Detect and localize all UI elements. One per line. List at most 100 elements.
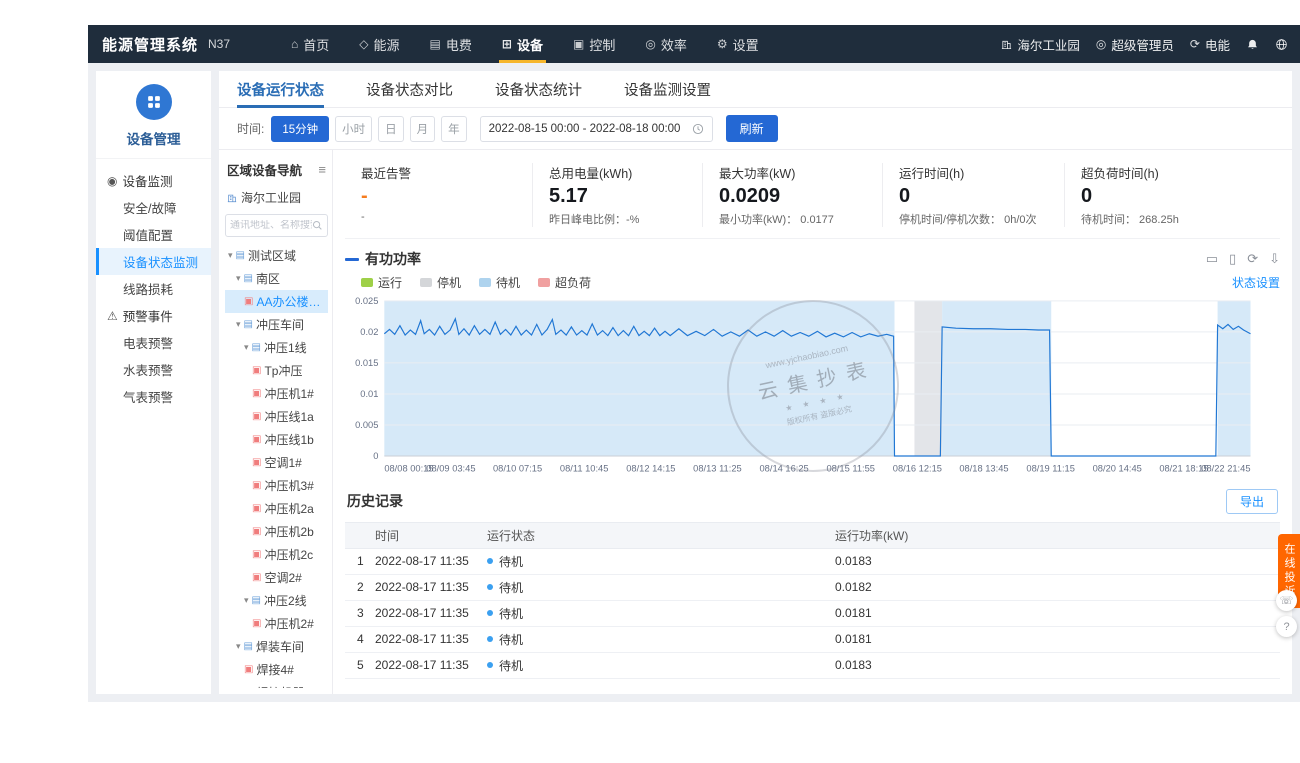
tree-node[interactable]: ▣冲压机2c	[225, 543, 328, 566]
tree-node[interactable]: ▣冲压机3#	[225, 474, 328, 497]
device-icon: ▣	[252, 527, 261, 537]
tree-node[interactable]: ▣冲压线1a	[225, 405, 328, 428]
stat-sub: 昨日峰电比例：-%	[549, 211, 686, 227]
sidebar-item-safety-fault[interactable]: 安全/故障	[96, 194, 211, 221]
notification-bell-icon[interactable]	[1246, 38, 1259, 51]
tree-node[interactable]: ▣空调1#	[225, 451, 328, 474]
time-option-day[interactable]: 日	[378, 116, 404, 142]
tree-node[interactable]: ▣冲压机1#	[225, 382, 328, 405]
table-row[interactable]: 22022-08-17 11:35待机0.0182	[345, 575, 1280, 601]
sidebar-item-warning-events[interactable]: ⚠预警事件	[96, 302, 211, 329]
row-time: 2022-08-17 11:35	[375, 580, 487, 594]
collapse-menu-icon[interactable]: ≡	[318, 162, 326, 177]
row-index: 5	[345, 658, 375, 672]
device-search-input[interactable]	[230, 220, 312, 231]
tree-node[interactable]: ▾▤南区	[225, 267, 328, 290]
sidebar-item-label: 设备监测	[122, 171, 172, 190]
tree-node[interactable]: ▾▤焊装车间	[225, 635, 328, 658]
language-globe-icon[interactable]	[1275, 38, 1288, 51]
refresh-button[interactable]: 刷新	[726, 115, 778, 142]
brand: 能源管理系统 N37	[102, 25, 230, 63]
time-option-month[interactable]: 月	[410, 116, 436, 142]
table-row[interactable]: 42022-08-17 11:35待机0.0181	[345, 627, 1280, 653]
table-row[interactable]: 32022-08-17 11:35待机0.0181	[345, 601, 1280, 627]
sidebar-item-device-monitor[interactable]: ◉设备监测	[96, 167, 211, 194]
chart-area[interactable]: 00.0050.010.0150.020.02508/08 00:1508/09…	[345, 293, 1280, 480]
tree-node[interactable]: ▣冲压机2b	[225, 520, 328, 543]
legend-label: 超负荷	[555, 274, 591, 291]
caret-down-icon[interactable]: ▾	[236, 273, 241, 284]
history-title: 历史记录	[347, 491, 403, 511]
date-range-picker[interactable]	[480, 116, 713, 142]
nav-item-electricity-fee[interactable]: ▤电费	[415, 25, 487, 63]
device-icon: ▣	[252, 458, 261, 468]
nav-item-settings[interactable]: ⚙设置	[702, 25, 774, 63]
status-settings-link[interactable]: 状态设置	[1232, 274, 1280, 291]
tree-node[interactable]: ▾▤冲压1线	[225, 336, 328, 359]
time-option-year[interactable]: 年	[441, 116, 467, 142]
search-icon[interactable]	[312, 220, 323, 231]
restore-icon[interactable]: ▯	[1229, 251, 1236, 267]
stat-label: 运行时间(h)	[899, 163, 1048, 182]
help-icon[interactable]: ?	[1276, 616, 1297, 637]
nav-item-control[interactable]: ▣控制	[558, 25, 630, 63]
time-option-hour[interactable]: 小时	[335, 116, 372, 142]
tree-root-park[interactable]: 海尔工业园	[225, 187, 328, 214]
box-zoom-icon[interactable]: ▭	[1206, 251, 1218, 267]
user-role[interactable]: ◎ 超级管理员	[1096, 35, 1174, 54]
col-status: 运行状态	[487, 527, 835, 544]
download-icon[interactable]: ⇩	[1269, 251, 1280, 267]
export-button[interactable]: 导出	[1226, 489, 1278, 514]
caret-down-icon[interactable]: ▾	[244, 342, 249, 353]
legend-item-running[interactable]: 运行	[361, 274, 402, 291]
tab-device-status-compare[interactable]: 设备状态对比	[366, 71, 453, 107]
tree-node[interactable]: ▣空调2#	[225, 566, 328, 589]
tree-node[interactable]: ▾▤冲压2线	[225, 589, 328, 612]
tree-node-label: 冲压线1b	[264, 431, 313, 448]
tree-node[interactable]: ▣焊接机器人C5	[225, 681, 328, 688]
chart-title-text: 有功功率	[365, 249, 421, 269]
tree-node[interactable]: ▣冲压机2a	[225, 497, 328, 520]
sidebar-item-water-meter-warning[interactable]: 水表预警	[96, 356, 211, 383]
energy-type-switcher[interactable]: ⟳ 电能	[1190, 35, 1230, 54]
date-range-input[interactable]	[489, 123, 687, 135]
switch-energy-icon: ⟳	[1190, 37, 1200, 51]
customer-service-phone-icon[interactable]: ☏	[1276, 590, 1297, 611]
y-tick-label: 0.005	[355, 420, 378, 430]
tree-node[interactable]: ▣冲压机2#	[225, 612, 328, 635]
tab-device-status-stats[interactable]: 设备状态统计	[495, 71, 582, 107]
park-switcher[interactable]: 海尔工业园	[1001, 35, 1080, 54]
sidebar-item-threshold-config[interactable]: 阈值配置	[96, 221, 211, 248]
nav-item-efficiency[interactable]: ◎效率	[630, 25, 702, 63]
refresh-icon[interactable]: ⟳	[1247, 251, 1258, 267]
tree-node[interactable]: ▣AA办公楼照明...	[225, 290, 328, 313]
tree-node[interactable]: ▣冲压线1b	[225, 428, 328, 451]
table-row[interactable]: 52022-08-17 11:35待机0.0183	[345, 653, 1280, 679]
tab-device-running-status[interactable]: 设备运行状态	[237, 71, 324, 107]
sidebar-item-device-status-monitor[interactable]: 设备状态监测	[96, 248, 211, 275]
tree-node-label: 冲压车间	[256, 316, 304, 333]
nav-item-energy[interactable]: ◇能源	[344, 25, 414, 63]
legend-label: 待机	[496, 274, 520, 291]
tree-node[interactable]: ▾▤冲压车间	[225, 313, 328, 336]
tree-node[interactable]: ▣Tp冲压	[225, 359, 328, 382]
legend-item-overload[interactable]: 超负荷	[538, 274, 591, 291]
tree-node[interactable]: ▾▤测试区域	[225, 244, 328, 267]
tree-node[interactable]: ▣焊接4#	[225, 658, 328, 681]
nav-item-home[interactable]: ⌂首页	[276, 25, 344, 63]
nav-item-label: 电费	[446, 35, 472, 54]
table-row[interactable]: 12022-08-17 11:35待机0.0183	[345, 549, 1280, 575]
caret-down-icon[interactable]: ▾	[244, 595, 249, 606]
sidebar-item-meter-warning[interactable]: 电表预警	[96, 329, 211, 356]
nav-item-equipment[interactable]: ⊞设备	[487, 25, 558, 63]
control-icon: ▣	[573, 37, 584, 51]
caret-down-icon[interactable]: ▾	[236, 319, 241, 330]
caret-down-icon[interactable]: ▾	[228, 250, 233, 261]
tab-device-monitor-settings[interactable]: 设备监测设置	[624, 71, 711, 107]
sidebar-item-gas-meter-warning[interactable]: 气表预警	[96, 383, 211, 410]
caret-down-icon[interactable]: ▾	[236, 641, 241, 652]
time-option-15min[interactable]: 15分钟	[271, 116, 329, 142]
sidebar-item-line-loss[interactable]: 线路损耗	[96, 275, 211, 302]
legend-item-stopped[interactable]: 停机	[420, 274, 461, 291]
legend-item-standby[interactable]: 待机	[479, 274, 520, 291]
